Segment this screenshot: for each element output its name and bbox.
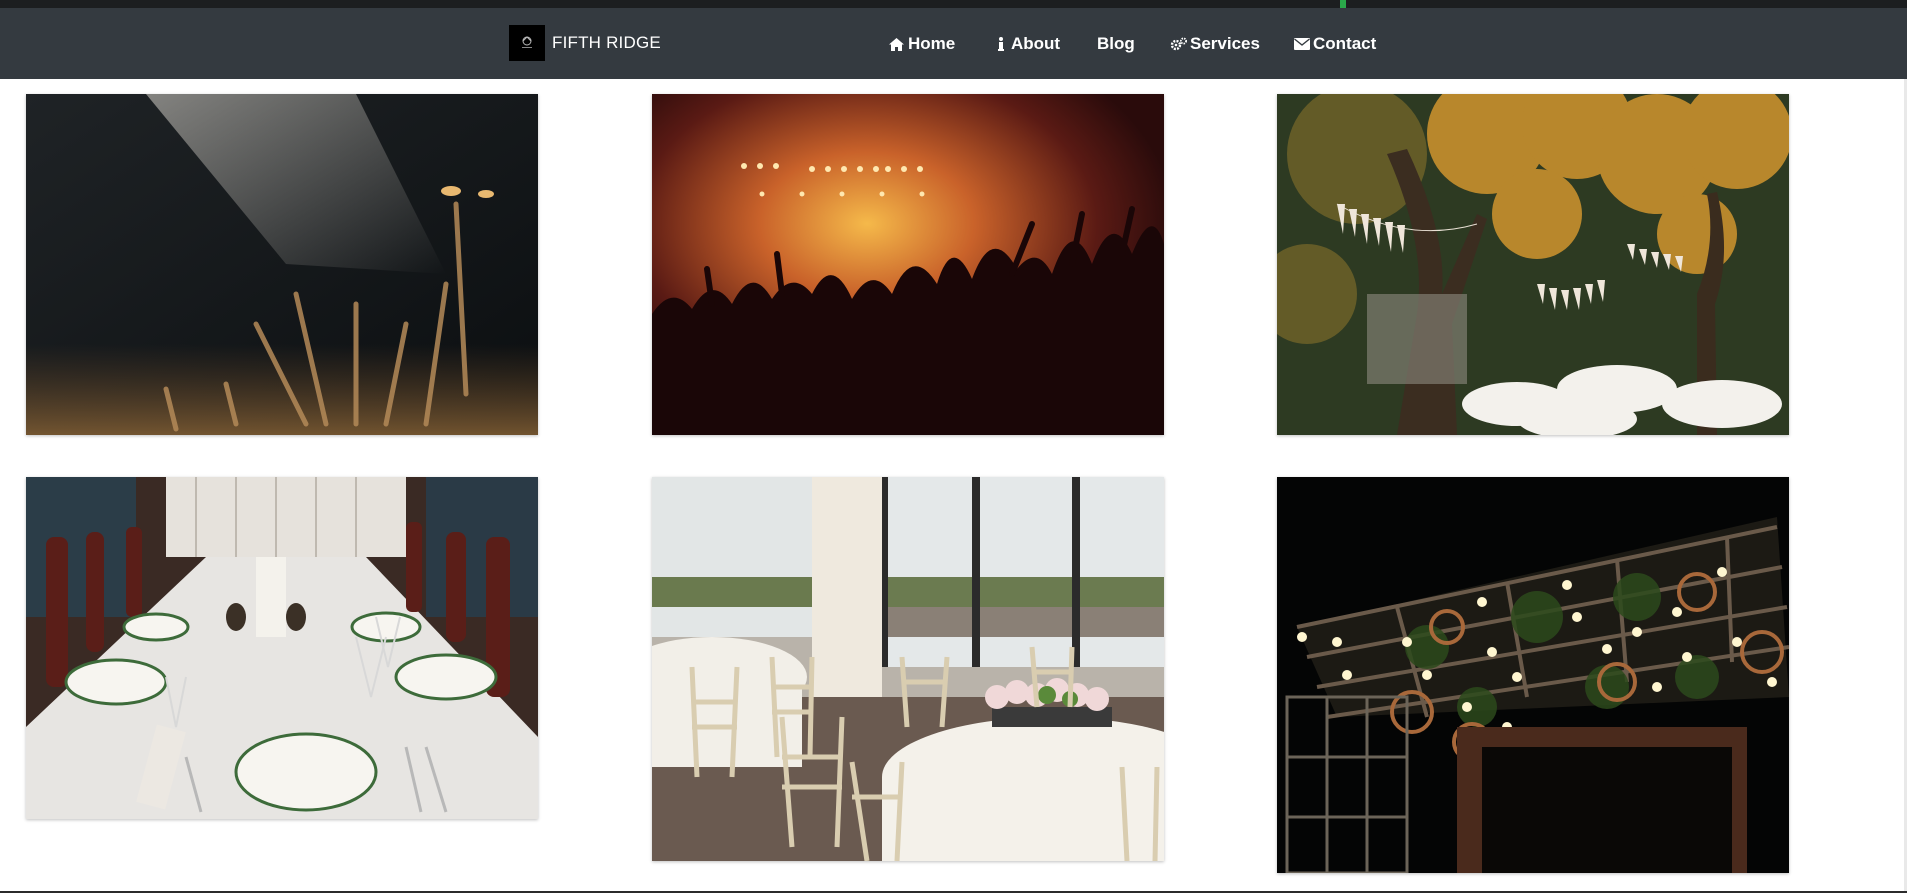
gallery-photo-concert-stage[interactable] — [652, 94, 1164, 435]
home-icon — [889, 37, 904, 51]
cogs-icon — [1170, 37, 1188, 51]
nav-about-label: About — [1011, 34, 1061, 53]
nav-contact-label: Contact — [1313, 34, 1377, 53]
gallery-photo-holiday-table[interactable] — [26, 477, 538, 819]
nav-blog-label: Blog — [1097, 34, 1135, 53]
nav-services[interactable]: Services — [1170, 32, 1260, 56]
nav-contact[interactable]: Contact — [1294, 32, 1376, 56]
nav-about[interactable]: About — [998, 32, 1060, 56]
browser-top-strip — [0, 0, 1907, 8]
navbar: FIFTH RIDGE Home About Blog Services Con… — [0, 8, 1907, 79]
nav-blog[interactable]: Blog — [1097, 32, 1135, 56]
gallery-photo-tree-bunting[interactable] — [1277, 94, 1789, 435]
gallery-photo-concert-hands[interactable] — [26, 94, 538, 435]
gallery-photo-string-lights[interactable] — [1277, 477, 1789, 873]
envelope-icon — [1294, 38, 1310, 50]
nav-services-label: Services — [1190, 34, 1260, 53]
main-nav: Home About Blog Services Contact — [0, 8, 1907, 79]
info-icon — [998, 37, 1004, 51]
nav-home[interactable]: Home — [889, 32, 955, 56]
nav-home-label: Home — [908, 34, 956, 53]
gallery-photo-banquet-hall[interactable] — [652, 477, 1164, 861]
